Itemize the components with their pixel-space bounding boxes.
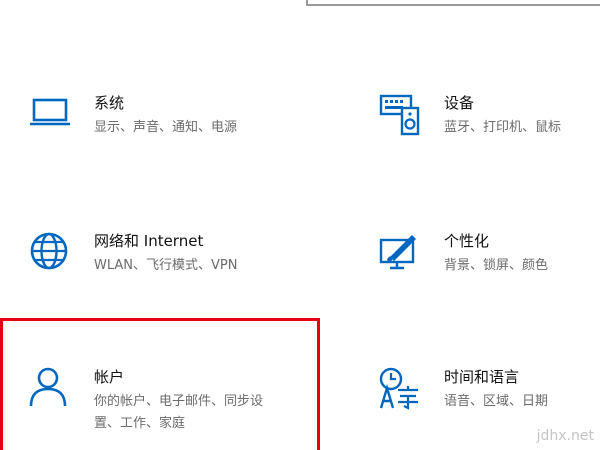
- tile-title: 系统: [94, 94, 125, 112]
- settings-tile-devices[interactable]: 设备 蓝牙、打印机、鼠标: [378, 92, 600, 152]
- tile-title: 个性化: [444, 232, 490, 250]
- settings-tile-time-language[interactable]: 时间和语言 语音、区域、日期: [378, 366, 600, 426]
- tile-title: 时间和语言: [444, 368, 520, 386]
- time-language-icon: [378, 366, 424, 412]
- settings-tile-network[interactable]: 网络和 Internet WLAN、飞行模式、VPN: [28, 230, 288, 290]
- tile-description: 背景、锁屏、颜色: [444, 258, 549, 273]
- laptop-icon: [28, 92, 74, 138]
- watermark: jdhx.net: [536, 428, 594, 444]
- search-box-edge[interactable]: [306, 0, 600, 6]
- tile-title: 设备: [444, 94, 475, 112]
- tile-title: 网络和 Internet: [94, 232, 204, 250]
- tile-description: 你的帐户、电子邮件、同步设 置、工作、家庭: [94, 394, 264, 431]
- tile-description: WLAN、飞行模式、VPN: [94, 258, 238, 273]
- person-icon: [28, 366, 74, 412]
- tile-description: 蓝牙、打印机、鼠标: [444, 120, 562, 135]
- settings-tile-accounts[interactable]: 帐户 你的帐户、电子邮件、同步设 置、工作、家庭: [28, 366, 288, 431]
- settings-tile-personalization[interactable]: 个性化 背景、锁屏、颜色: [378, 230, 600, 290]
- paint-brush-icon: [378, 230, 424, 276]
- settings-home-page: 系统 显示、声音、通知、电源 设备 蓝牙、打印机、鼠标 网络和 Internet…: [0, 0, 600, 450]
- globe-icon: [28, 230, 74, 276]
- tile-description: 显示、声音、通知、电源: [94, 120, 238, 135]
- tile-description: 语音、区域、日期: [444, 394, 549, 409]
- tile-title: 帐户: [94, 368, 125, 386]
- settings-tile-system[interactable]: 系统 显示、声音、通知、电源: [28, 92, 288, 152]
- devices-icon: [378, 92, 424, 138]
